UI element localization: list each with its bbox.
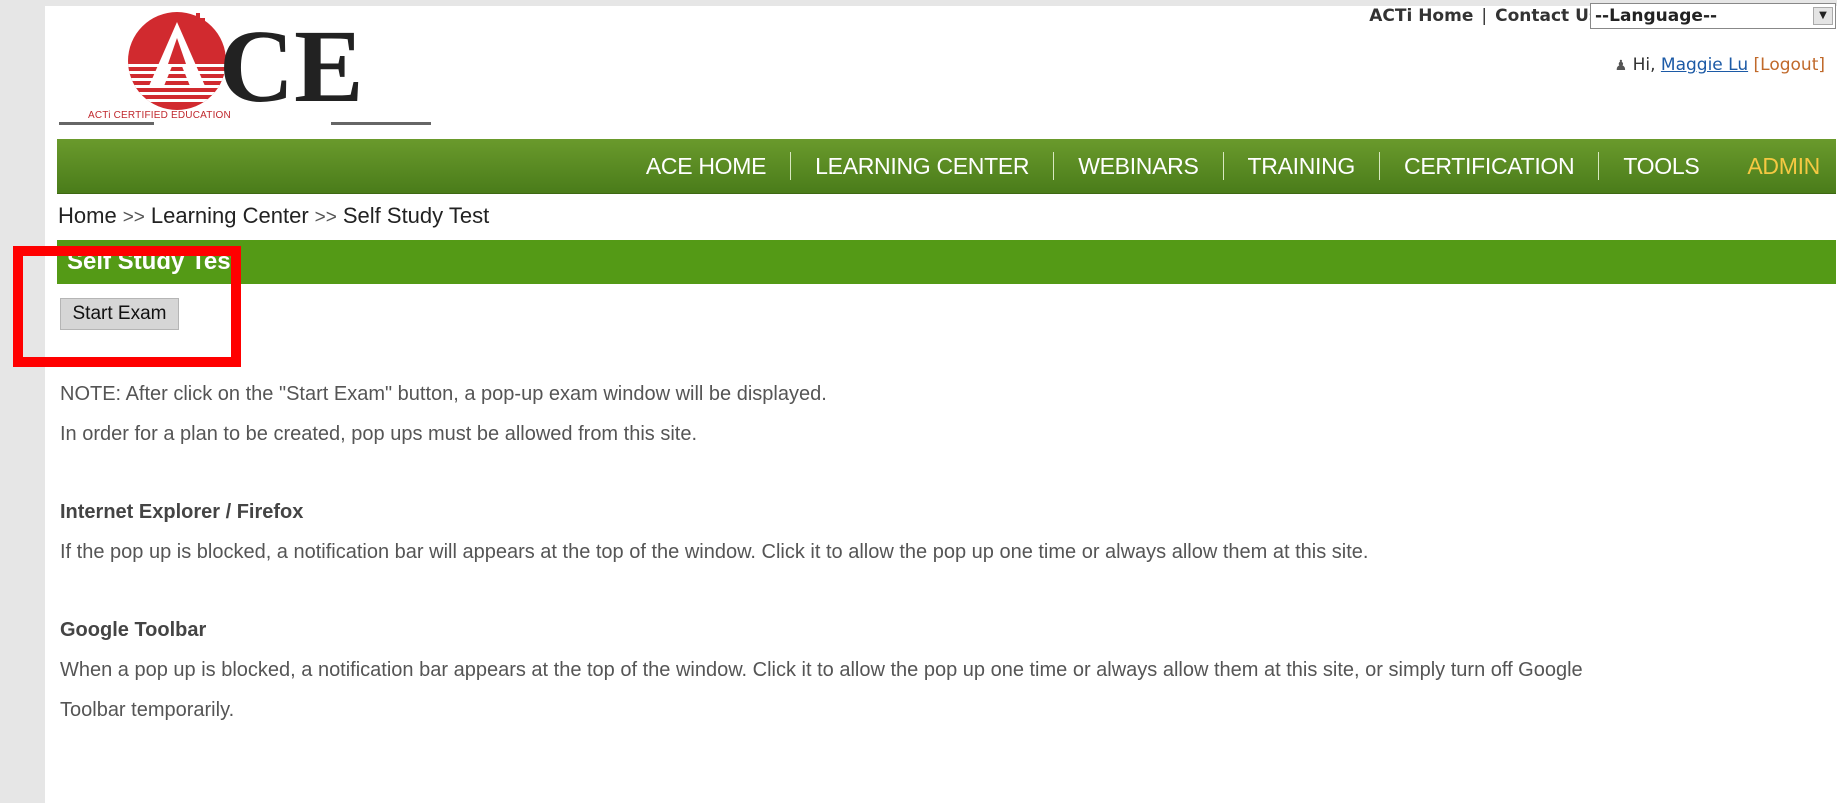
user-greeting: ♟ Hi, Maggie Lu [Logout] bbox=[1615, 55, 1825, 75]
greeting-text: Hi, bbox=[1632, 55, 1656, 75]
start-exam-button[interactable]: Start Exam bbox=[60, 298, 179, 330]
breadcrumb-learning-center[interactable]: Learning Center bbox=[151, 203, 309, 228]
page-title: Self Study Test bbox=[67, 248, 239, 275]
nav-tools[interactable]: TOOLS bbox=[1599, 153, 1723, 180]
svg-text:CE: CE bbox=[219, 9, 363, 124]
language-select-value: --Language-- bbox=[1595, 6, 1718, 26]
user-name-link[interactable]: Maggie Lu bbox=[1661, 55, 1748, 75]
nav-ace-home[interactable]: ACE HOME bbox=[622, 153, 790, 180]
left-gutter bbox=[0, 0, 45, 803]
chevron-down-icon[interactable]: ▼ bbox=[1813, 7, 1833, 25]
breadcrumb-separator: >> bbox=[122, 207, 145, 228]
main-nav: ACE HOME LEARNING CENTER WEBINARS TRAINI… bbox=[57, 139, 1836, 194]
instructions: NOTE: After click on the "Start Exam" bu… bbox=[60, 374, 1820, 730]
note-line-2: In order for a plan to be created, pop u… bbox=[60, 423, 698, 445]
acti-home-link[interactable]: ACTi Home bbox=[1369, 6, 1473, 26]
breadcrumb: Home >> Learning Center >> Self Study Test bbox=[58, 203, 489, 229]
ie-firefox-heading: Internet Explorer / Firefox bbox=[60, 501, 304, 523]
google-toolbar-heading: Google Toolbar bbox=[60, 619, 207, 641]
google-toolbar-text-1: When a pop up is blocked, a notification… bbox=[60, 659, 1583, 681]
nav-webinars[interactable]: WEBINARS bbox=[1054, 153, 1222, 180]
note-line-1: NOTE: After click on the "Start Exam" bu… bbox=[60, 383, 827, 405]
nav-training[interactable]: TRAINING bbox=[1224, 153, 1380, 180]
logo-tagline: ACTi CERTIFIED EDUCATION bbox=[88, 110, 231, 121]
top-links: ACTi Home | Contact Us bbox=[1369, 6, 1599, 26]
top-links-separator: | bbox=[1481, 6, 1488, 26]
user-icon: ♟ bbox=[1614, 58, 1628, 74]
nav-certification[interactable]: CERTIFICATION bbox=[1380, 153, 1598, 180]
language-select[interactable]: --Language-- ▼ bbox=[1590, 3, 1836, 29]
breadcrumb-current: Self Study Test bbox=[342, 203, 490, 228]
logout-link[interactable]: [Logout] bbox=[1754, 55, 1825, 75]
google-toolbar-text-2: Toolbar temporarily. bbox=[60, 699, 235, 721]
nav-learning-center[interactable]: LEARNING CENTER bbox=[791, 153, 1053, 180]
breadcrumb-separator: >> bbox=[314, 207, 337, 228]
contact-us-link[interactable]: Contact Us bbox=[1495, 6, 1599, 26]
nav-admin[interactable]: ADMIN bbox=[1723, 153, 1836, 180]
section-header: Self Study Test bbox=[57, 240, 1836, 284]
breadcrumb-home[interactable]: Home bbox=[58, 203, 117, 228]
ie-firefox-text: If the pop up is blocked, a notification… bbox=[60, 541, 1369, 563]
